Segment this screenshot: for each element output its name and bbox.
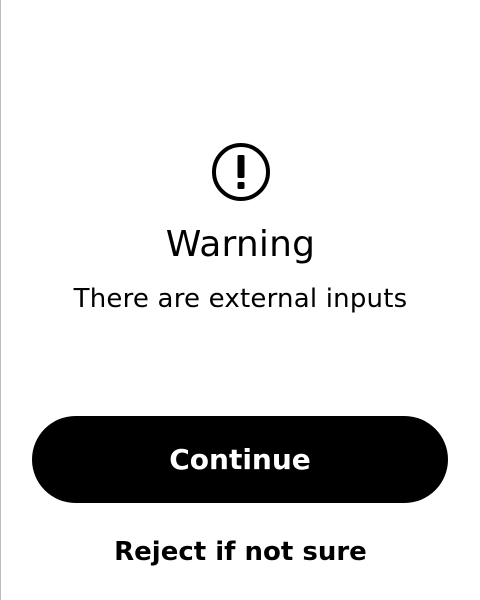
reject-if-not-sure-button[interactable]: Reject if not sure bbox=[41, 531, 440, 573]
continue-button[interactable]: Continue bbox=[32, 416, 448, 503]
warning-title: Warning bbox=[165, 224, 316, 265]
warning-circle-icon bbox=[211, 142, 271, 202]
warning-screen: Warning There are external inputs Contin… bbox=[1, 0, 480, 600]
warning-message: There are external inputs bbox=[73, 284, 408, 314]
